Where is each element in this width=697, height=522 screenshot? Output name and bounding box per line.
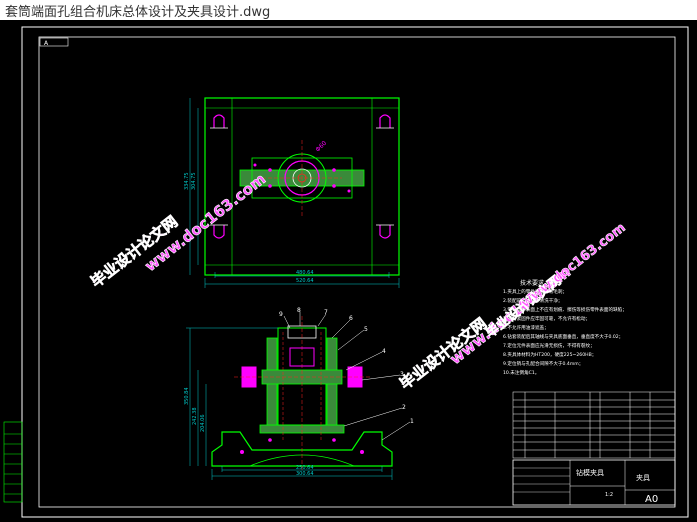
note-line-9: 9.定位销与孔配合间隙不大于0.4mm； bbox=[503, 360, 583, 367]
window-titlebar: 套筒端面孔组合机床总体设计及夹具设计.dwg bbox=[0, 0, 697, 20]
callout-7: 7 bbox=[324, 309, 328, 316]
callout-1: 1 bbox=[410, 418, 414, 425]
top-dim-h1: 304.75 bbox=[191, 173, 197, 191]
callout-9: 9 bbox=[279, 311, 283, 318]
callout-4: 4 bbox=[382, 348, 386, 355]
top-view: Φ60 480.64 520.64 304.75 334.75 bbox=[184, 97, 400, 288]
watermark-6: www.doc163.com bbox=[518, 220, 628, 311]
title-block-drawing-no: 夹具 bbox=[636, 473, 650, 482]
callout-6: 6 bbox=[349, 315, 353, 322]
top-dim-w2: 520.64 bbox=[296, 278, 314, 284]
left-revision-strip bbox=[3, 421, 23, 503]
title-block: 钻模夹具 夹具 A0 1:2 bbox=[512, 459, 676, 506]
front-dim-h2: 242.38 bbox=[192, 408, 198, 426]
watermark-3: 毕业设计论文网 bbox=[396, 314, 490, 393]
callout-2: 2 bbox=[402, 404, 406, 411]
parts-list bbox=[512, 391, 676, 459]
front-dim-h3: 204.06 bbox=[200, 415, 206, 433]
window-title: 套筒端面孔组合机床总体设计及夹具设计.dwg bbox=[5, 5, 271, 20]
note-line-7: 7.定位元件表面应光滑无损伤，不得有裂纹； bbox=[503, 342, 595, 349]
callout-8: 8 bbox=[297, 307, 301, 314]
front-dim-h1: 350.84 bbox=[184, 388, 190, 406]
title-block-name: 钻模夹具 bbox=[576, 468, 604, 477]
title-block-sheet-size: A0 bbox=[645, 494, 658, 505]
note-line-8: 8.夹具体材料为HT200，硬度225~260HB； bbox=[503, 351, 596, 358]
cad-drawing: A Φ60 480.64 520.64 304.75 334.75 9 8 7 … bbox=[3, 26, 689, 518]
note-line-10: 10.未注倒角C1。 bbox=[503, 369, 539, 376]
callout-5: 5 bbox=[364, 326, 368, 333]
front-view: 9 8 7 6 5 4 3 2 1 250.64 300.64 350.84 2… bbox=[184, 307, 414, 480]
top-dim-w1: 480.64 bbox=[296, 270, 314, 276]
watermarks: 毕业设计论文网 www.doc163.com 毕业设计论文网 www.doc16… bbox=[87, 169, 629, 393]
svg-text:Φ60: Φ60 bbox=[314, 140, 328, 154]
front-dim-w2: 300.64 bbox=[296, 471, 314, 477]
title-block-scale: 1:2 bbox=[605, 492, 613, 498]
drawing-viewport[interactable]: A Φ60 480.64 520.64 304.75 334.75 9 8 7 … bbox=[0, 20, 697, 522]
top-view-base bbox=[204, 97, 400, 276]
technical-notes: 技术要求 1.夹具上的零件不允许有毛刺； 2.装配前应将零件清洗干净； 3.零件… bbox=[503, 279, 627, 376]
top-dim-h2: 334.75 bbox=[184, 173, 190, 191]
inner-border bbox=[38, 36, 676, 508]
note-line-6: 6.钻套装配后其轴线与夹具底面垂直，垂直度不大于0.02； bbox=[503, 333, 623, 340]
